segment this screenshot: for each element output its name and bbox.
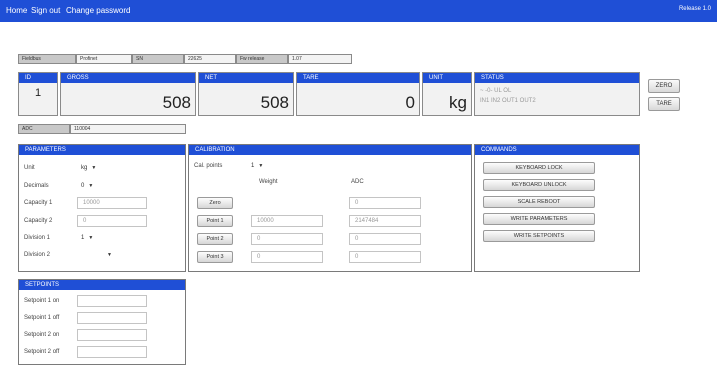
fw-release-label: Fw release [236,54,288,64]
sn-value: 22625 [184,54,236,64]
gross-header: GROSS [61,73,195,83]
point1-button[interactable]: Point 1 [197,215,233,227]
tare-value: 0 [405,93,415,112]
decimals-select[interactable]: 0 ▼ [81,183,93,189]
capacity1-label: Capacity 1 [24,200,53,206]
weight-column-header: Weight [259,179,278,185]
chevron-down-icon: ▼ [107,252,112,258]
fw-release-value: 1.07 [288,54,352,64]
unit-box: UNIT kg [422,72,472,116]
write-parameters-button[interactable]: WRITE PARAMETERS [483,213,595,225]
tare-button[interactable]: TARE [648,97,680,111]
unit-select-value: kg [81,165,88,171]
status-flags-top: ~ -0- UL OL [480,88,512,94]
write-setpoints-button[interactable]: WRITE SETPOINTS [483,230,595,242]
setpoints-header: SETPOINTS [19,280,185,290]
division1-select-value: 1 [81,235,85,241]
id-value: 1 [34,87,42,99]
point1-weight-input[interactable]: 10000 [251,215,323,227]
adc-column-header: ADC [351,179,364,185]
decimals-select-value: 0 [81,183,85,189]
chevron-down-icon: ▼ [88,235,94,241]
capacity2-label: Capacity 2 [24,218,53,224]
tare-header: TARE [297,73,419,83]
adc-label: ADC [18,124,70,134]
nav-sign-out-link[interactable]: Sign out [31,6,60,15]
cal-points-label: Cal. points [194,163,223,169]
setpoint1-off-label: Setpoint 1 off [24,315,60,321]
point3-button[interactable]: Point 3 [197,251,233,263]
setpoint1-on-label: Setpoint 1 on [24,298,60,304]
commands-panel: COMMANDS KEYBOARD LOCK KEYBOARD UNLOCK S… [474,144,640,272]
adc-row: ADC 110004 [18,124,186,134]
parameters-panel: PARAMETERS Unit kg ▼ Decimals 0 ▼ Capacity… [18,144,186,272]
point2-adc-field[interactable]: 0 [349,233,421,245]
division2-select[interactable]: ▼ [81,252,112,258]
tare-box: TARE 0 [296,72,420,116]
division1-select[interactable]: 1 ▼ [81,235,93,241]
calibration-header: CALIBRATION [189,145,471,155]
capacity1-input[interactable]: 10000 [77,197,147,209]
setpoint2-on-label: Setpoint 2 on [24,332,60,338]
zero-calibration-button[interactable]: Zero [197,197,233,209]
net-value: 508 [260,93,289,112]
release-label: Release 1.0 [678,6,711,12]
setpoint2-on-input[interactable] [77,329,147,341]
point1-adc-field[interactable]: 2147484 [349,215,421,227]
device-info-row: Fieldbus Profinet SN 22625 Fw release 1.… [18,54,352,64]
capacity2-input[interactable]: 0 [77,215,147,227]
setpoint2-off-input[interactable] [77,346,147,358]
setpoint2-off-label: Setpoint 2 off [24,349,60,355]
id-box: ID 1 [18,72,58,116]
point3-adc-field[interactable]: 0 [349,251,421,263]
zero-adc-field[interactable]: 0 [349,197,421,209]
fieldbus-value: Profinet [76,54,132,64]
id-header: ID [19,73,57,83]
unit-label: Unit [24,165,35,171]
status-header: STATUS [475,73,639,83]
setpoint1-off-input[interactable] [77,312,147,324]
net-header: NET [199,73,293,83]
cal-points-select-value: 1 [251,163,255,169]
parameters-header: PARAMETERS [19,145,185,155]
sn-label: SN [132,54,184,64]
top-nav-bar: Home Sign out Change password Release 1.… [0,0,717,22]
decimals-label: Decimals [24,183,49,189]
point2-weight-input[interactable]: 0 [251,233,323,245]
status-flags-io: IN1 IN2 OUT1 OUT2 [480,98,536,104]
chevron-down-icon: ▼ [91,165,97,171]
gross-value: 508 [162,93,191,112]
point2-button[interactable]: Point 2 [197,233,233,245]
division2-label: Division 2 [24,252,51,258]
commands-header: COMMANDS [475,145,639,155]
fieldbus-label: Fieldbus [18,54,76,64]
nav-change-password-link[interactable]: Change password [66,6,130,15]
chevron-down-icon: ▼ [88,183,94,189]
net-box: NET 508 [198,72,294,116]
setpoints-panel: SETPOINTS Setpoint 1 on Setpoint 1 off S… [18,279,186,365]
division1-label: Division 1 [24,235,51,241]
setpoint1-on-input[interactable] [77,295,147,307]
status-box: STATUS ~ -0- UL OL IN1 IN2 OUT1 OUT2 [474,72,640,116]
gross-box: GROSS 508 [60,72,196,116]
zero-button[interactable]: ZERO [648,79,680,93]
scale-reboot-button[interactable]: SCALE REBOOT [483,196,595,208]
unit-select[interactable]: kg ▼ [81,165,96,171]
unit-header: UNIT [423,73,471,83]
keyboard-lock-button[interactable]: KEYBOARD LOCK [483,162,595,174]
chevron-down-icon: ▼ [258,163,264,169]
point3-weight-input[interactable]: 0 [251,251,323,263]
nav-home-link[interactable]: Home [6,6,27,15]
adc-value: 110004 [70,124,186,134]
cal-points-select[interactable]: 1 ▼ [251,163,263,169]
calibration-panel: CALIBRATION Cal. points 1 ▼ Weight ADC Ze… [188,144,472,272]
unit-value: kg [449,93,467,112]
keyboard-unlock-button[interactable]: KEYBOARD UNLOCK [483,179,595,191]
